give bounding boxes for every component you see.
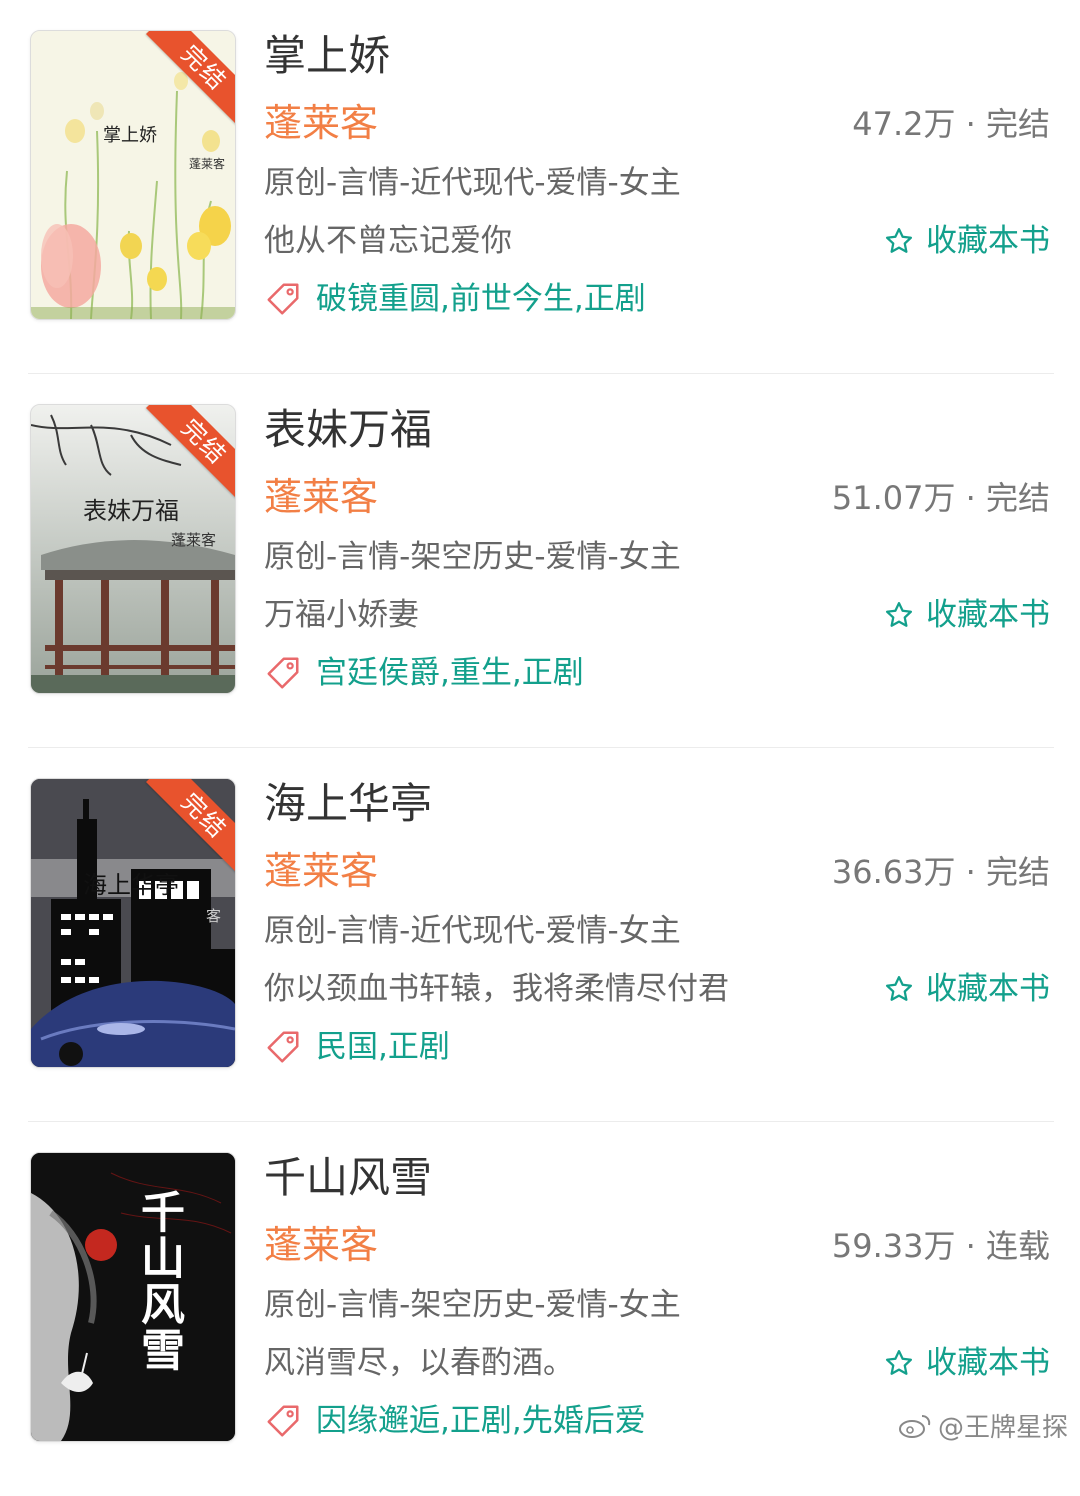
star-outline-icon [886,602,912,627]
book-intro: 你以颈血书轩辕，我将柔情尽付君 [264,971,729,1007]
book-author[interactable]: 蓬莱客 [264,472,378,522]
cover-title: 海上华亭 [83,871,179,899]
book-cover[interactable]: 海上华亭 客 完结 [30,778,236,1068]
book-stats: 59.33万 · 连载 [831,1227,1050,1265]
star-outline-icon [886,976,912,1001]
weibo-icon [898,1414,931,1438]
book-intro: 风消雪尽，以春酌酒。 [264,1345,574,1381]
collect-button[interactable]: 收藏本书 [884,594,1050,636]
book-tags: 宫廷侯爵,重生,正剧 [264,652,584,694]
tag-icon [267,1031,299,1063]
cover-author: 蓬莱客 [171,531,217,549]
book-cover[interactable]: 千山风雪 [30,1152,236,1442]
book-title[interactable]: 千山风雪 [264,1152,432,1204]
book-author[interactable]: 蓬莱客 [264,846,378,896]
collect-label: 收藏本书 [926,971,1050,1007]
tag-list[interactable]: 破镜重圆,前世今生,正剧 [316,278,646,320]
collect-button[interactable]: 收藏本书 [884,968,1050,1010]
book-intro: 万福小娇妻 [264,597,419,633]
book-item[interactable]: 表妹万福 蓬莱客 完结 表妹万福 蓬莱客 51.07万 · 完结 原创-言情-架… [0,374,1080,748]
book-genre: 原创-言情-架空历史-爱情-女主 [264,1287,681,1323]
book-author[interactable]: 蓬莱客 [264,1220,378,1270]
cover-author: 客 [206,907,222,925]
collect-button[interactable]: 收藏本书 [884,1342,1050,1384]
collect-label: 收藏本书 [926,1345,1050,1381]
book-tags: 因缘邂逅,正剧,先婚后爱 [264,1400,646,1442]
book-stats: 51.07万 · 完结 [831,479,1050,517]
book-genre: 原创-言情-近代现代-爱情-女主 [264,165,681,201]
collect-label: 收藏本书 [926,597,1050,633]
book-title[interactable]: 表妹万福 [264,404,432,456]
cover-title: 千山风雪 [133,1189,184,1373]
book-cover[interactable]: 掌上娇 蓬莱客 完结 [30,30,236,320]
tag-icon [267,283,299,315]
tag-icon [267,657,299,689]
book-stats: 36.63万 · 完结 [831,853,1050,891]
cover-author: 蓬莱客 [189,157,226,171]
tag-list[interactable]: 宫廷侯爵,重生,正剧 [316,652,584,694]
book-genre: 原创-言情-架空历史-爱情-女主 [264,539,681,575]
book-stats: 47.2万 · 完结 [852,105,1050,143]
book-item[interactable]: 海上华亭 客 完结 海上华亭 蓬莱客 36.63万 · 完结 原创-言情-近代现… [0,748,1080,1122]
star-outline-icon [886,228,912,253]
book-cover[interactable]: 表妹万福 蓬莱客 完结 [30,404,236,694]
book-title[interactable]: 掌上娇 [264,30,390,82]
book-author[interactable]: 蓬莱客 [264,98,378,148]
cover-title: 掌上娇 [103,125,157,146]
star-outline-icon [886,1350,912,1375]
book-intro: 他从不曾忘记爱你 [264,223,512,259]
book-tags: 民国,正剧 [264,1026,450,1068]
tag-list[interactable]: 民国,正剧 [316,1026,450,1068]
collect-button[interactable]: 收藏本书 [884,220,1050,262]
watermark-text: @王牌星探 [937,1413,1068,1443]
cover-title: 表妹万福 [83,497,179,525]
watermark: @王牌星探 [898,1407,1068,1444]
tag-icon [267,1405,299,1437]
book-item[interactable]: 掌上娇 蓬莱客 完结 掌上娇 蓬莱客 47.2万 · 完结 原创-言情-近代现代… [0,0,1080,374]
book-genre: 原创-言情-近代现代-爱情-女主 [264,913,681,949]
book-tags: 破镜重圆,前世今生,正剧 [264,278,646,320]
collect-label: 收藏本书 [926,223,1050,259]
book-title[interactable]: 海上华亭 [264,778,432,830]
tag-list[interactable]: 因缘邂逅,正剧,先婚后爱 [316,1400,646,1442]
